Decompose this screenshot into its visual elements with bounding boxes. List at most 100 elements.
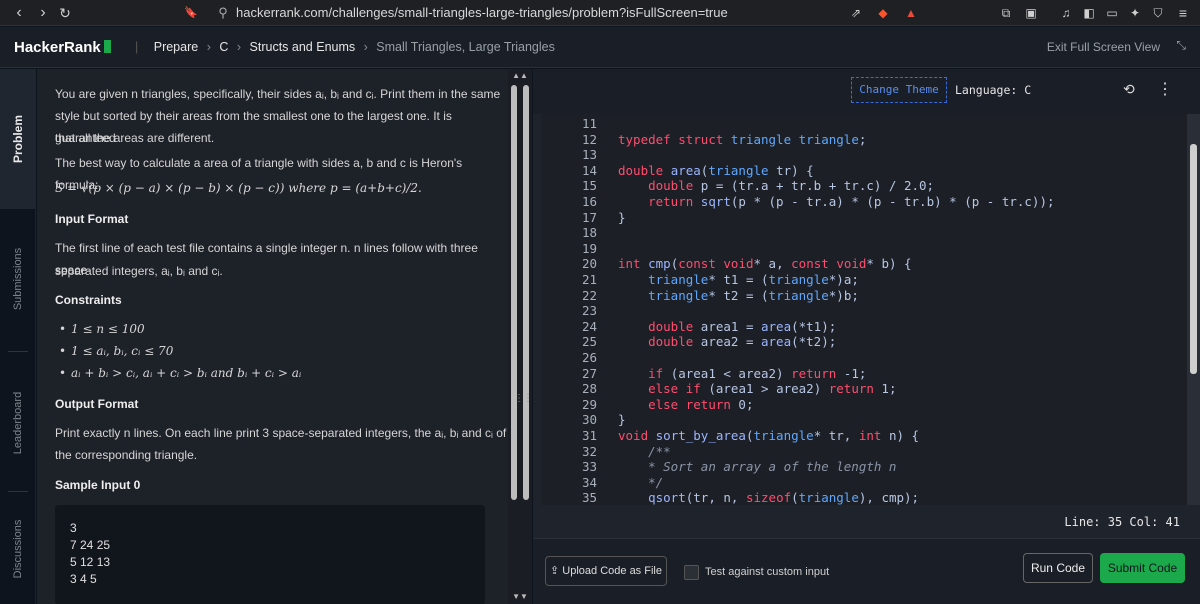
code-line[interactable]: } [618,412,626,427]
tab-submissions[interactable]: Submissions [0,209,36,349]
code-line[interactable]: */ [618,475,663,490]
breadcrumb-prepare[interactable]: Prepare [154,40,198,54]
tab-leaderboard[interactable]: Leaderboard [0,353,36,493]
breadcrumb: | Prepare › C › Structs and Enums › Smal… [135,40,555,54]
extensions-icon[interactable]: ⧉ [995,0,1017,26]
tab-problem[interactable]: Problem [0,69,36,209]
line-number: 31 [581,428,597,443]
constraints-list: 1 ≤ n ≤ 100 1 ≤ aᵢ, bᵢ, cᵢ ≤ 70 aᵢ + bᵢ … [59,318,301,384]
custom-input-label[interactable]: Test against custom input [705,566,829,578]
code-line[interactable]: /** [618,444,671,459]
breadcrumb-structs[interactable]: Structs and Enums [250,40,356,54]
input-format-heading: Input Format [55,212,129,226]
line-number: 23 [581,303,597,319]
code-line[interactable]: void sort_by_area(triangle* tr, int n) { [618,428,919,443]
code-line[interactable]: if (area1 < area2) return -1; [618,366,866,381]
code-line[interactable]: } [618,210,626,225]
sample-line: 3 4 5 [70,572,97,586]
code-line[interactable]: double area(triangle tr) { [618,163,814,178]
tab-discussions[interactable]: Discussions [0,493,36,604]
more-options-icon[interactable]: ⋮ [1157,79,1173,99]
line-number: 32 [581,443,597,459]
sample-line: 3 [70,521,77,535]
line-number: 12 [581,131,597,147]
line-number: 20 [581,256,597,272]
bookmark-icon[interactable]: 🔖 [180,0,202,26]
line-number: 17 [581,209,597,225]
editor-actions: ⇪ Upload Code as File Test against custo… [533,538,1200,604]
submit-code-button[interactable]: Submit Code [1100,553,1185,583]
scroll-up-icon[interactable]: ▲▲ [508,71,532,80]
sample-line: 5 12 13 [70,555,111,569]
site-header: HackerRank | Prepare › C › Structs and E… [0,27,1200,68]
forward-icon[interactable]: › [32,0,54,26]
constraints-heading: Constraints [55,293,122,307]
collapse-icon[interactable]: ⤡ [1176,38,1186,53]
panel-scrollbar[interactable]: ▲▲ ⋮⋮ ▼▼ [508,69,533,604]
output-text: the corresponding triangle. [55,448,198,462]
divider [8,491,28,492]
wallet-icon[interactable]: ▭ [1101,0,1123,26]
line-number: 24 [581,318,597,334]
hackerrank-logo[interactable]: HackerRank [14,39,111,56]
reload-icon[interactable]: ↻ [54,0,76,26]
sample-input-heading: Sample Input 0 [55,478,141,492]
side-tabs: Problem Submissions Leaderboard Discussi… [0,69,36,604]
scroll-thumb[interactable] [1190,144,1197,374]
splitter-handle[interactable]: ⋮⋮ [514,393,533,404]
input-text: separated integers, aᵢ, bᵢ and cᵢ. [55,264,223,278]
code-line[interactable]: triangle* t1 = (triangle*)a; [618,272,859,287]
browser-menu-icon[interactable]: ≡ [1172,0,1194,26]
code-line[interactable]: * Sort an array a of the length n [618,459,896,474]
site-info-icon[interactable]: ⚲ [214,3,232,23]
brave-shield-icon[interactable]: ◆ [872,0,894,26]
line-number: 13 [581,147,597,163]
code-line[interactable]: qsort(tr, n, sizeof(triangle), cmp); [618,490,919,505]
code-line[interactable]: typedef struct triangle triangle; [618,132,866,147]
translate-icon[interactable]: ▣ [1020,0,1042,26]
code-line[interactable]: double p = (tr.a + tr.b + tr.c) / 2.0; [618,178,934,193]
code-line[interactable]: else if (area1 > area2) return 1; [618,381,896,396]
back-icon[interactable]: ‹ [8,0,30,26]
change-theme-button[interactable]: Change Theme [851,77,947,103]
run-code-button[interactable]: Run Code [1023,553,1093,583]
leo-ai-icon[interactable]: ✦ [1124,0,1146,26]
heron-formula: S = √(p × (p − a) × (p − b) × (p − c)) w… [55,181,422,195]
exit-fullscreen-link[interactable]: Exit Full Screen View [1047,40,1160,54]
upload-code-button[interactable]: ⇪ Upload Code as File [545,556,667,586]
line-number: 30 [581,412,597,428]
editor-scrollbar[interactable] [1187,114,1200,505]
reset-icon[interactable]: ⟲ [1123,81,1135,98]
code-line[interactable]: double area1 = area(*t1); [618,319,836,334]
brave-rewards-icon[interactable]: ▲ [900,0,922,26]
divider [8,351,28,352]
address-bar[interactable]: ⚲ hackerrank.com/challenges/small-triang… [214,3,870,23]
code-line[interactable]: triangle* t2 = (triangle*)b; [618,288,859,303]
breadcrumb-c[interactable]: C [219,40,228,54]
output-text: Print exactly n lines. On each line prin… [55,426,507,440]
language-select[interactable]: Language: C [955,83,1031,97]
code-area[interactable]: 11 12 typedef struct triangle triangle; 13 1… [541,114,1187,505]
share-icon[interactable]: ⇗ [845,0,867,26]
scroll-down-icon[interactable]: ▼▼ [508,592,532,601]
scroll-thumb[interactable] [511,85,517,500]
custom-input-checkbox[interactable] [684,565,699,580]
code-line[interactable]: else return 0; [618,397,753,412]
url-text: hackerrank.com/challenges/small-triangle… [236,5,728,20]
code-line[interactable]: return sqrt(p * (p - tr.a) * (p - tr.b) … [618,194,1054,209]
line-number: 35 [581,490,597,505]
media-icon[interactable]: ♫ [1055,0,1077,26]
sidebar-icon[interactable]: ◧ [1078,0,1100,26]
code-editor-panel: Change Theme Language: C ⟲ ⋮ 11 12 typedef… [533,69,1200,604]
line-number: 19 [581,240,597,256]
scroll-thumb[interactable] [523,85,529,500]
output-format-heading: Output Format [55,397,139,411]
line-number: 11 [581,116,597,131]
code-line[interactable]: double area2 = area(*t2); [618,334,836,349]
code-line[interactable]: int cmp(const void* a, const void* b) { [618,256,912,271]
line-number: 25 [581,334,597,350]
cursor-position: Line: 35 Col: 41 [1064,515,1180,529]
vpn-icon[interactable]: ⛉ [1147,0,1169,26]
list-item: aᵢ + bᵢ > cᵢ, aᵢ + cᵢ > bᵢ and bᵢ + cᵢ >… [59,362,301,384]
line-number: 15 [581,178,597,194]
